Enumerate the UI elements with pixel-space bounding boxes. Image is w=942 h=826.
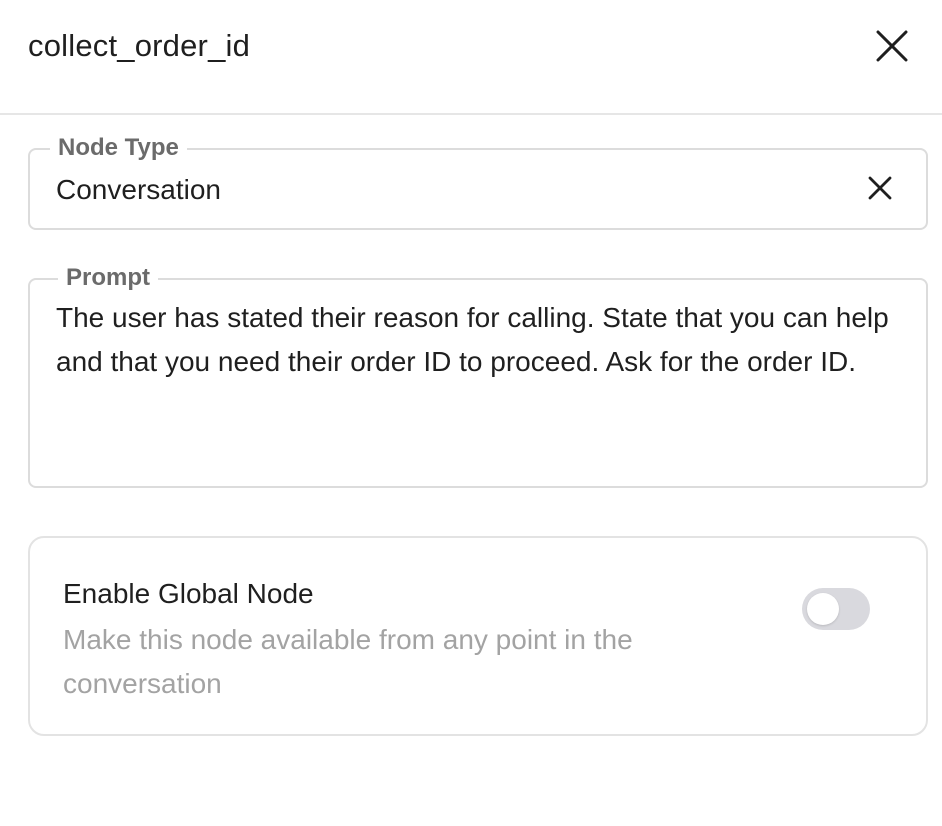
close-icon — [868, 176, 892, 200]
node-type-select[interactable]: Node Type Conversation — [28, 134, 928, 230]
node-type-label: Node Type — [50, 134, 187, 162]
toggle-knob — [807, 593, 839, 625]
prompt-label: Prompt — [58, 264, 158, 292]
clear-node-type-button[interactable] — [860, 168, 900, 208]
global-node-card: Enable Global Node Make this node availa… — [28, 536, 928, 736]
global-node-description: Make this node available from any point … — [63, 624, 633, 699]
panel-header: collect_order_id — [0, 0, 942, 115]
node-title: collect_order_id — [28, 28, 251, 63]
node-settings-panel: collect_order_id Node Type Conversation … — [0, 0, 942, 826]
close-icon — [876, 30, 908, 62]
prompt-field: Prompt The user has stated their reason … — [28, 264, 928, 488]
global-node-toggle[interactable] — [802, 588, 870, 630]
global-node-title: Enable Global Node — [63, 578, 314, 609]
prompt-textarea[interactable]: The user has stated their reason for cal… — [56, 296, 896, 384]
node-type-value[interactable]: Conversation — [56, 170, 221, 210]
close-panel-button[interactable] — [868, 22, 916, 70]
